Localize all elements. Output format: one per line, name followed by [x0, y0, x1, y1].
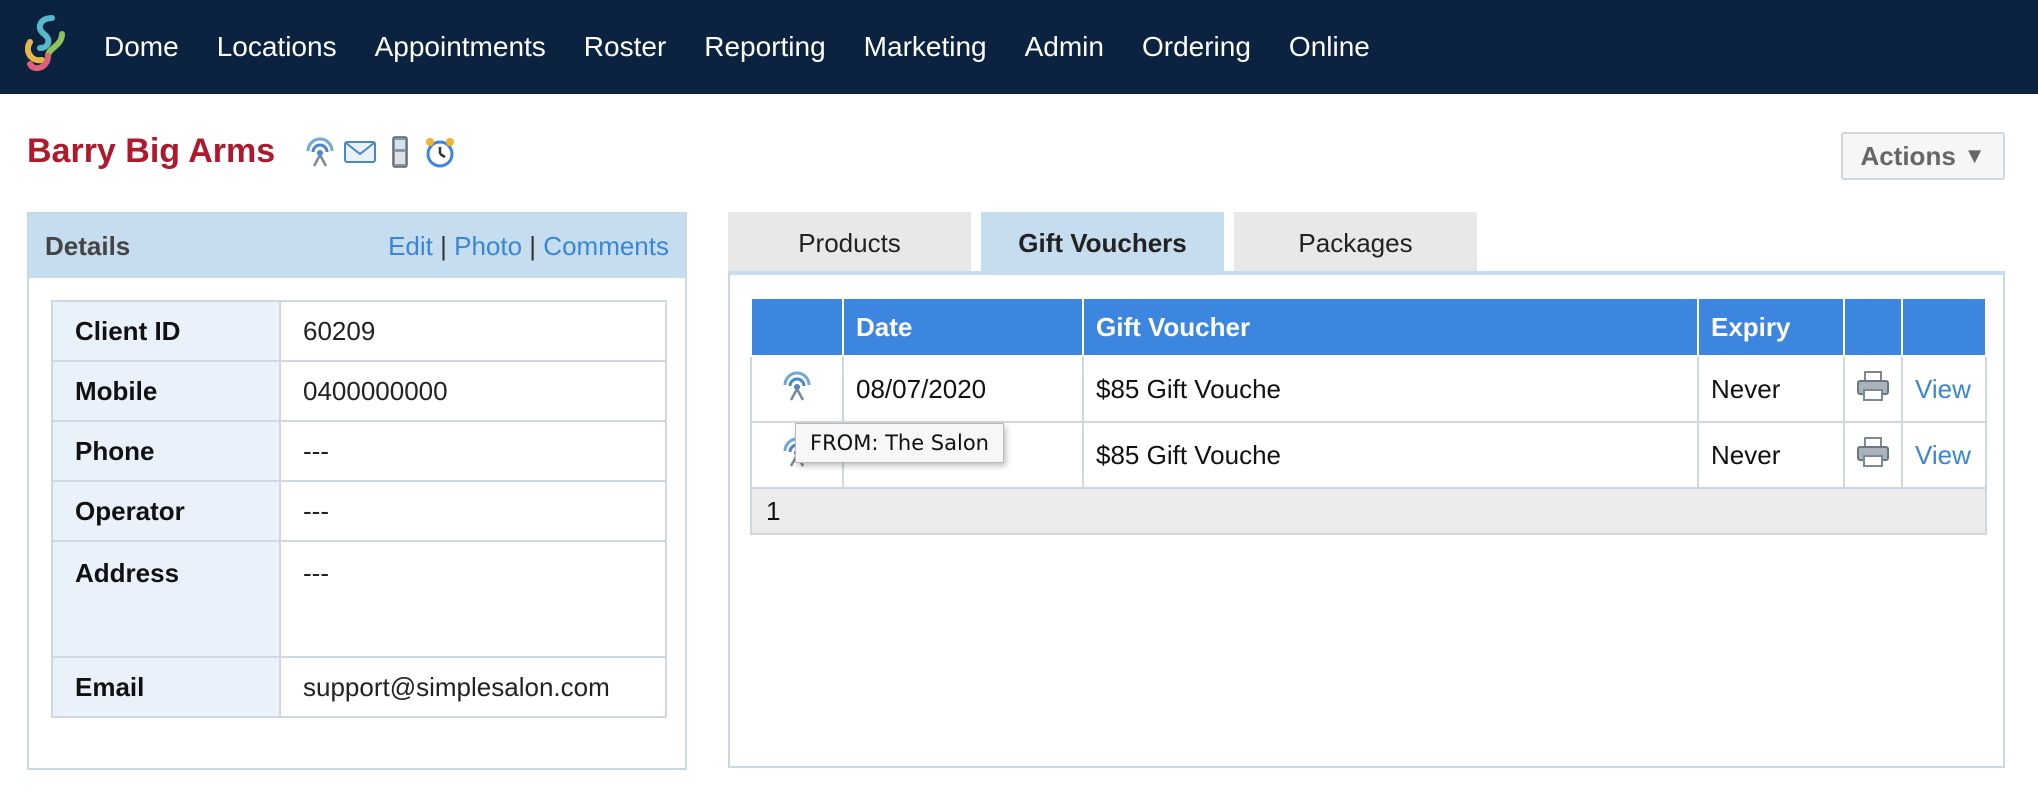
column-header-print	[1843, 297, 1903, 357]
pagination: 1	[750, 487, 1987, 535]
tab-packages[interactable]: Packages	[1234, 212, 1477, 274]
column-header-gift-voucher: Gift Voucher	[1082, 297, 1699, 357]
page-number[interactable]: 1	[766, 496, 780, 527]
broadcast-icon[interactable]	[302, 134, 338, 170]
table-header-row: Date Gift Voucher Expiry	[750, 297, 1987, 357]
alarm-clock-icon[interactable]	[422, 134, 458, 170]
nav-item-reporting[interactable]: Reporting	[704, 31, 825, 63]
details-title: Details	[45, 230, 131, 261]
details-row-operator: Operator ---	[51, 480, 667, 542]
column-header-view	[1901, 297, 1987, 357]
broadcast-icon[interactable]	[750, 355, 844, 423]
details-row-address: Address ---	[51, 540, 667, 658]
details-row-email: Email support@simplesalon.com	[51, 656, 667, 718]
details-label: Operator	[51, 480, 281, 542]
details-row-phone: Phone ---	[51, 420, 667, 482]
nav-item-marketing[interactable]: Marketing	[864, 31, 987, 63]
printer-icon[interactable]	[1843, 355, 1903, 423]
details-value: ---	[279, 480, 667, 542]
details-label: Phone	[51, 420, 281, 482]
edit-link[interactable]: Edit	[388, 231, 433, 261]
nav-item-roster[interactable]: Roster	[584, 31, 666, 63]
column-header-date: Date	[842, 297, 1084, 357]
voucher-expiry: Never	[1697, 421, 1845, 489]
email-icon[interactable]	[342, 134, 378, 170]
voucher-expiry: Never	[1697, 355, 1845, 423]
details-value: ---	[279, 540, 667, 658]
photo-link[interactable]: Photo	[454, 231, 522, 261]
nav-item-appointments[interactable]: Appointments	[375, 31, 546, 63]
column-header-icon	[750, 297, 844, 357]
tooltip: FROM: The Salon	[795, 423, 1004, 463]
details-panel: Details Edit | Photo | Comments Client I…	[27, 212, 687, 770]
nav-menu: Dome Locations Appointments Roster Repor…	[104, 0, 1408, 94]
tab-bar: Products Gift Vouchers Packages	[728, 212, 1477, 274]
actions-label: Actions	[1860, 140, 1956, 171]
details-value: support@simplesalon.com	[279, 656, 667, 718]
client-name: Barry Big Arms	[27, 132, 276, 170]
details-row-mobile: Mobile 0400000000	[51, 360, 667, 422]
caret-down-icon: ▼	[1963, 143, 1986, 168]
top-nav: Dome Locations Appointments Roster Repor…	[0, 0, 2038, 94]
nav-item-admin[interactable]: Admin	[1025, 31, 1104, 63]
link-separator: |	[529, 230, 537, 261]
nav-item-online[interactable]: Online	[1289, 31, 1370, 63]
details-label: Mobile	[51, 360, 281, 422]
nav-item-locations[interactable]: Locations	[217, 31, 337, 63]
link-separator: |	[440, 230, 447, 261]
mobile-phone-icon[interactable]	[382, 134, 418, 170]
table-row: 08/07/2020 $85 Gift Vouche Never View	[750, 355, 1987, 423]
comments-link[interactable]: Comments	[543, 231, 669, 261]
details-label: Address	[51, 540, 281, 658]
printer-icon[interactable]	[1843, 421, 1903, 489]
details-value: ---	[279, 420, 667, 482]
gift-vouchers-panel: Date Gift Voucher Expiry 08/07/2020 $85 …	[728, 271, 2005, 768]
details-value: 0400000000	[279, 360, 667, 422]
tab-gift-vouchers[interactable]: Gift Vouchers	[981, 212, 1224, 274]
details-table: Client ID 60209 Mobile 0400000000 Phone …	[51, 300, 667, 718]
nav-item-dome[interactable]: Dome	[104, 31, 179, 63]
view-link[interactable]: View	[1915, 374, 1971, 404]
column-header-expiry: Expiry	[1697, 297, 1845, 357]
voucher-date: 08/07/2020	[842, 355, 1084, 423]
details-row-client-id: Client ID 60209	[51, 300, 667, 362]
details-links: Edit | Photo | Comments	[388, 231, 669, 262]
details-value: 60209	[279, 300, 667, 362]
voucher-name: $85 Gift Vouche	[1082, 355, 1699, 423]
view-link[interactable]: View	[1915, 440, 1971, 470]
voucher-name: $85 Gift Vouche	[1082, 421, 1699, 489]
details-label: Email	[51, 656, 281, 718]
nav-item-ordering[interactable]: Ordering	[1142, 31, 1251, 63]
simple-salon-logo-icon[interactable]	[18, 12, 74, 76]
tab-products[interactable]: Products	[728, 212, 971, 274]
details-label: Client ID	[51, 300, 281, 362]
actions-button[interactable]: Actions ▼	[1841, 132, 2005, 180]
details-header: Details Edit | Photo | Comments	[29, 214, 685, 278]
client-contact-icons	[302, 134, 458, 170]
